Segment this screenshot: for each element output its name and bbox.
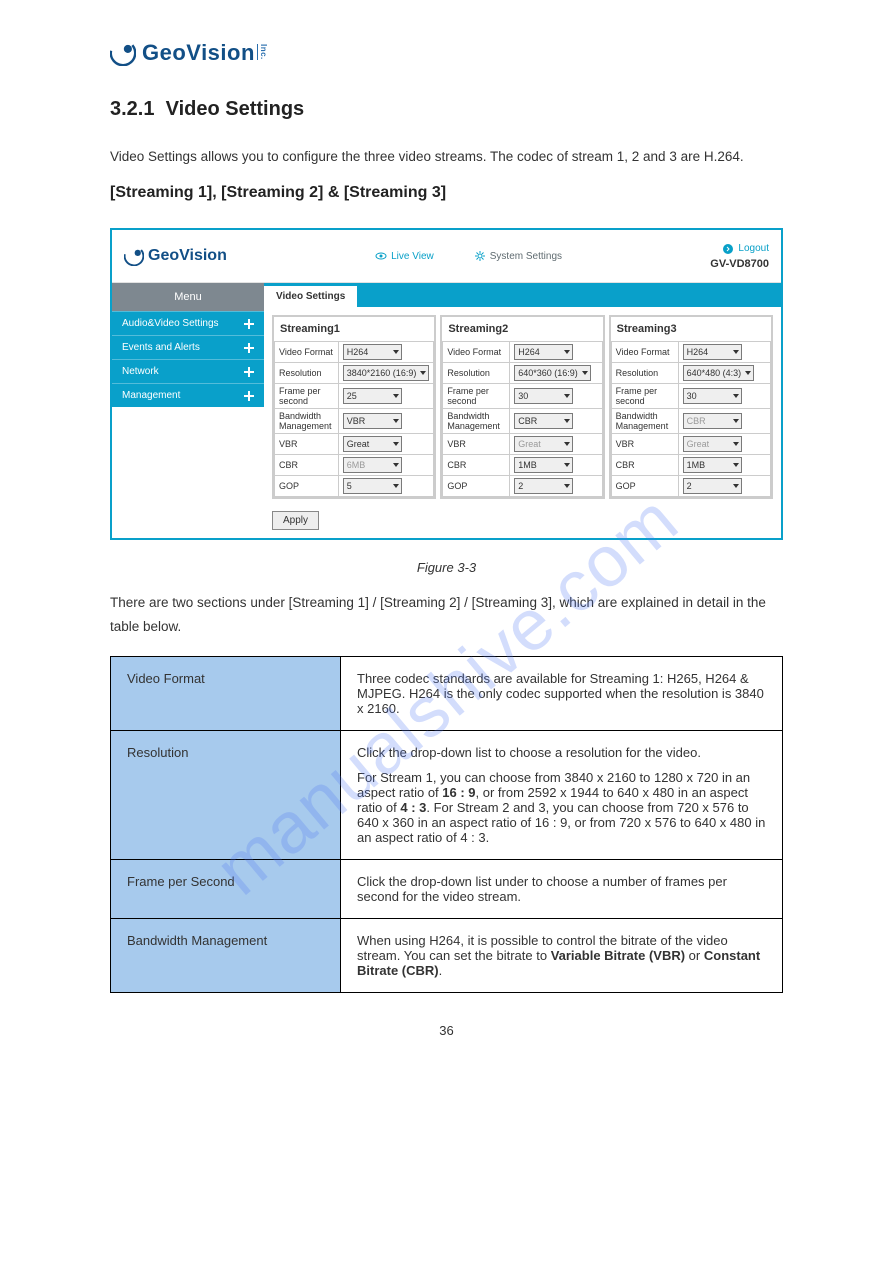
expand-icon <box>244 367 254 377</box>
select-frame-per-second[interactable]: 30 <box>514 388 573 404</box>
setting-label: Bandwidth Management <box>443 409 510 434</box>
select-vbr: Great <box>683 436 742 452</box>
expand-icon <box>244 343 254 353</box>
setting-label: VBR <box>275 434 339 455</box>
select-resolution[interactable]: 640*360 (16:9) <box>514 365 591 381</box>
apply-button[interactable]: Apply <box>272 511 319 530</box>
menu-header: Menu <box>112 283 264 311</box>
select-cbr[interactable]: 1MB <box>514 457 573 473</box>
page-number: 36 <box>0 1023 893 1038</box>
stream-title: Streaming3 <box>611 317 771 341</box>
desc-row-name: Resolution <box>111 730 341 859</box>
description-table: Video Format Three codec standards are a… <box>110 656 783 993</box>
setting-label: Bandwidth Management <box>275 409 339 434</box>
expand-icon <box>244 391 254 401</box>
setting-label: CBR <box>275 455 339 476</box>
stream-panel-1: Streaming1Video FormatH264Resolution3840… <box>272 315 436 499</box>
select-frame-per-second[interactable]: 30 <box>683 388 742 404</box>
sidebar-item-events-and-alerts[interactable]: Events and Alerts <box>112 335 264 359</box>
figure-caption: Figure 3-3 <box>0 560 893 575</box>
desc-row-text: Three codec standards are available for … <box>341 656 783 730</box>
brand-text: GeoVisionInc. <box>142 40 268 66</box>
section-subhead: [Streaming 1], [Streaming 2] & [Streamin… <box>110 179 783 208</box>
stream-panel-2: Streaming2Video FormatH264Resolution640*… <box>440 315 604 499</box>
logout-icon <box>722 243 734 255</box>
tab-video-settings[interactable]: Video Settings <box>264 286 357 307</box>
select-gop[interactable]: 2 <box>514 478 573 494</box>
setting-label: VBR <box>443 434 510 455</box>
select-gop[interactable]: 2 <box>683 478 742 494</box>
select-frame-per-second[interactable]: 25 <box>343 388 402 404</box>
select-vbr[interactable]: Great <box>343 436 402 452</box>
desc-row-text: When using H264, it is possible to contr… <box>341 918 783 992</box>
setting-label: Resolution <box>443 363 510 384</box>
ui-logo: GeoVision <box>124 246 227 266</box>
setting-label: GOP <box>611 476 678 497</box>
setting-label: CBR <box>611 455 678 476</box>
desc-row-name: Video Format <box>111 656 341 730</box>
sidebar-item-label: Events and Alerts <box>122 342 200 353</box>
logout-button[interactable]: Logout <box>710 243 769 255</box>
ui-figure: GeoVision Live View System Settings Logo… <box>110 228 783 540</box>
sidebar-item-label: Audio&Video Settings <box>122 318 219 329</box>
select-video-format[interactable]: H264 <box>514 344 573 360</box>
section-heading: 3.2.1 Video Settings <box>110 91 783 127</box>
setting-label: Bandwidth Management <box>611 409 678 434</box>
setting-label: Video Format <box>443 342 510 363</box>
setting-label: Resolution <box>275 363 339 384</box>
setting-label: Resolution <box>611 363 678 384</box>
globe-icon <box>124 246 144 266</box>
sidebar-item-management[interactable]: Management <box>112 383 264 407</box>
select-video-format[interactable]: H264 <box>343 344 402 360</box>
nav-system-settings[interactable]: System Settings <box>474 250 562 262</box>
select-bandwidth-management: CBR <box>683 413 742 429</box>
setting-label: Frame per second <box>275 384 339 409</box>
model-label: GV-VD8700 <box>710 258 769 270</box>
sidebar-item-label: Management <box>122 390 180 401</box>
desc-row-text: Click the drop-down list to choose a res… <box>341 730 783 859</box>
select-resolution[interactable]: 640*480 (4:3) <box>683 365 755 381</box>
select-video-format[interactable]: H264 <box>683 344 742 360</box>
setting-label: VBR <box>611 434 678 455</box>
select-resolution[interactable]: 3840*2160 (16:9) <box>343 365 430 381</box>
setting-label: Frame per second <box>611 384 678 409</box>
desc-row-text: Click the drop-down list under to choose… <box>341 859 783 918</box>
post-caption-paragraph: There are two sections under [Streaming … <box>110 591 783 640</box>
sidebar-item-label: Network <box>122 366 159 377</box>
eye-icon <box>375 250 387 262</box>
select-cbr[interactable]: 1MB <box>683 457 742 473</box>
gear-icon <box>474 250 486 262</box>
select-vbr: Great <box>514 436 573 452</box>
nav-live-view[interactable]: Live View <box>375 250 434 262</box>
setting-label: GOP <box>275 476 339 497</box>
brand-logo: GeoVisionInc. <box>110 40 893 66</box>
section-paragraph: Video Settings allows you to configure t… <box>110 145 783 169</box>
setting-label: Frame per second <box>443 384 510 409</box>
setting-label: Video Format <box>275 342 339 363</box>
setting-label: Video Format <box>611 342 678 363</box>
select-cbr: 6MB <box>343 457 402 473</box>
setting-label: GOP <box>443 476 510 497</box>
stream-panel-3: Streaming3Video Format H264 Resolution 640*… <box>609 315 773 499</box>
stream-title: Streaming1 <box>274 317 434 341</box>
globe-icon <box>110 40 136 66</box>
sidebar-item-network[interactable]: Network <box>112 359 264 383</box>
select-gop[interactable]: 5 <box>343 478 402 494</box>
expand-icon <box>244 319 254 329</box>
desc-row-name: Frame per Second <box>111 859 341 918</box>
select-bandwidth-management[interactable]: VBR <box>343 413 402 429</box>
select-bandwidth-management[interactable]: CBR <box>514 413 573 429</box>
sidebar-item-audio-video-settings[interactable]: Audio&Video Settings <box>112 311 264 335</box>
setting-label: CBR <box>443 455 510 476</box>
stream-title: Streaming2 <box>442 317 602 341</box>
desc-row-name: Bandwidth Management <box>111 918 341 992</box>
